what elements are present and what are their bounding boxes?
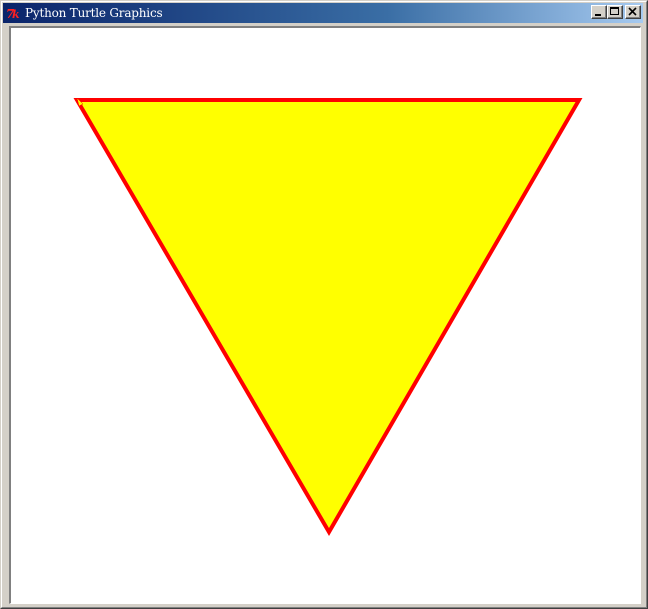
minimize-icon <box>595 14 601 16</box>
close-button[interactable] <box>625 5 641 19</box>
canvas-frame <box>9 26 641 604</box>
minimize-button[interactable] <box>591 5 607 19</box>
yellow-triangle <box>73 98 583 536</box>
tk-logo-icon[interactable]: 7 k <box>6 5 22 21</box>
turtle-window: 7 k Python Turtle Graphics <box>0 0 648 609</box>
title-buttons <box>591 5 641 19</box>
svg-text:k: k <box>12 8 20 21</box>
window-title: Python Turtle Graphics <box>25 6 163 20</box>
turtle-canvas[interactable] <box>11 28 640 603</box>
maximize-button[interactable] <box>607 5 623 19</box>
maximize-icon <box>610 7 619 15</box>
title-bar[interactable]: 7 k Python Turtle Graphics <box>3 3 643 23</box>
close-icon <box>628 7 637 16</box>
